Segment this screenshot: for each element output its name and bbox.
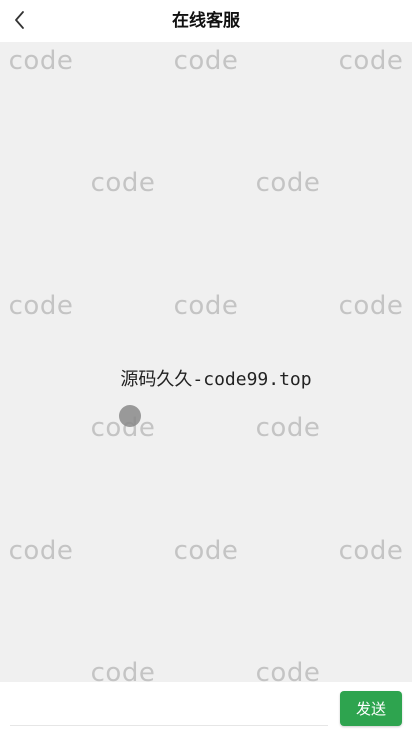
- watermark-text: code: [255, 658, 321, 682]
- back-button[interactable]: [6, 6, 34, 34]
- watermark-text: code: [8, 46, 74, 76]
- watermark-text: code: [90, 168, 156, 198]
- watermark-text: code: [173, 536, 239, 566]
- watermark-text: code: [173, 46, 239, 76]
- watermark-text: code: [255, 168, 321, 198]
- watermark-text: code: [338, 291, 404, 321]
- watermark-text: code: [338, 46, 404, 76]
- chat-area[interactable]: code code code code code code code code …: [0, 42, 412, 682]
- message-input[interactable]: [10, 688, 328, 726]
- watermark-text: code: [8, 536, 74, 566]
- site-watermark-label: 源码久久-code99.top: [120, 369, 312, 390]
- watermark-text: code: [90, 658, 156, 682]
- watermark-text: code: [338, 536, 404, 566]
- watermark-text: code: [255, 413, 321, 443]
- watermark-text: code: [173, 291, 239, 321]
- watermark-text: code: [8, 291, 74, 321]
- send-button[interactable]: 发送: [340, 691, 402, 726]
- message-composer: 发送: [0, 682, 412, 736]
- touch-indicator: [119, 405, 141, 427]
- page-title: 在线客服: [172, 11, 240, 31]
- header-bar: 在线客服: [0, 0, 412, 42]
- chevron-left-icon: [15, 11, 24, 29]
